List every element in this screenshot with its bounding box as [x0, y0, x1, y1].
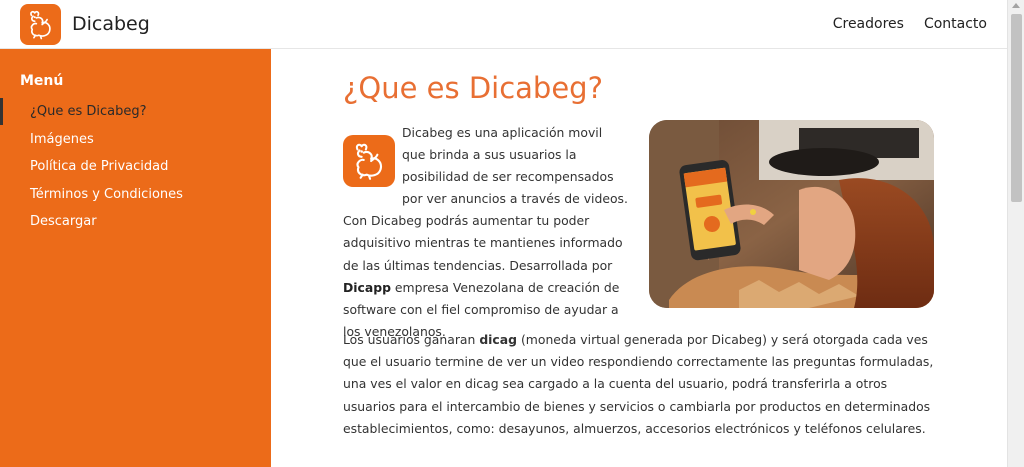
inline-bird-mascot-icon	[343, 135, 395, 187]
nav-links: Creadores Contacto	[833, 16, 987, 32]
sidebar-menu: ¿Que es Dicabeg? Imágenes Política de Pr…	[0, 98, 271, 236]
brand-name[interactable]: Dicabeg	[72, 13, 150, 35]
intro-section: Dicabeg es una aplicación movil que brin…	[343, 120, 934, 339]
brand[interactable]: Dicabeg	[20, 3, 150, 45]
scroll-up-arrow-icon[interactable]	[1012, 3, 1020, 8]
bird-mascot-icon[interactable]	[20, 3, 61, 45]
nav-link-creadores[interactable]: Creadores	[833, 16, 904, 32]
sidebar-item-imagenes[interactable]: Imágenes	[0, 126, 271, 154]
woman-holding-phone-photo	[649, 120, 934, 308]
page-title: ¿Que es Dicabeg?	[343, 71, 603, 105]
page: Dicabeg Creadores Contacto Menú ¿Que es …	[0, 0, 1024, 467]
main-content: ¿Que es Dicabeg? Dicabeg es una aplicaci…	[271, 49, 1007, 467]
dicag-paragraph: Los usuarios ganaran dicag (moneda virtu…	[343, 332, 934, 436]
sidebar: Menú ¿Que es Dicabeg? Imágenes Política …	[0, 49, 271, 467]
scrollbar-thumb[interactable]	[1011, 14, 1022, 202]
sidebar-item-descargar[interactable]: Descargar	[0, 208, 271, 236]
sidebar-item-que-es-dicabeg[interactable]: ¿Que es Dicabeg?	[0, 98, 271, 126]
sidebar-item-terminos-condiciones[interactable]: Términos y Condiciones	[0, 181, 271, 209]
dicapp-bold: Dicapp	[343, 279, 391, 295]
sidebar-title: Menú	[20, 73, 64, 89]
sidebar-item-politica-privacidad[interactable]: Política de Privacidad	[0, 153, 271, 181]
top-navbar: Dicabeg Creadores Contacto	[0, 0, 1007, 49]
page-scrollbar[interactable]	[1007, 0, 1024, 467]
article: Dicabeg es una aplicación movil que brin…	[343, 120, 934, 440]
nav-link-contacto[interactable]: Contacto	[924, 16, 987, 32]
